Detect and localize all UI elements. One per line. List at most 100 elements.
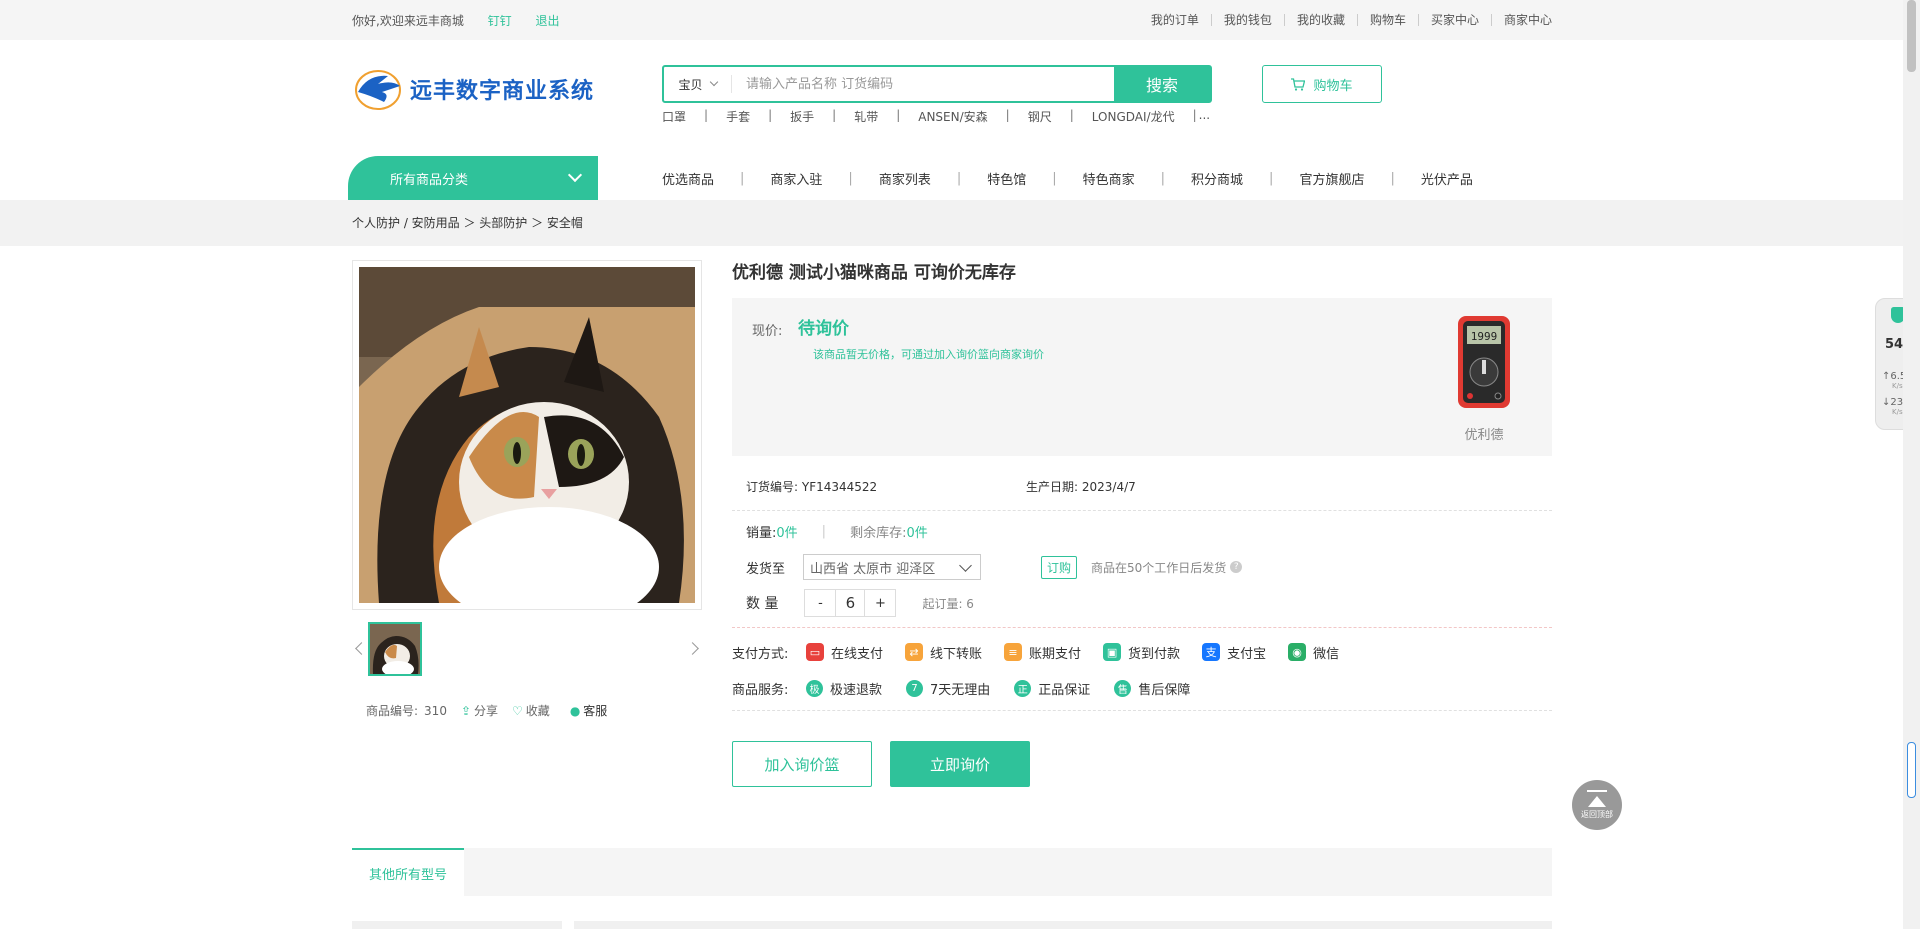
service-after-sales: 售售后保障: [1114, 679, 1190, 698]
pay-wechat: ◉ 微信: [1288, 643, 1339, 662]
nav-item[interactable]: 官方旗舰店: [1299, 169, 1364, 188]
hotword-more[interactable]: ...: [1199, 108, 1210, 125]
buyer-center-link[interactable]: 买家中心: [1417, 14, 1491, 26]
search-button[interactable]: 搜索: [1114, 67, 1210, 101]
nav-item[interactable]: 积分商城: [1191, 169, 1243, 188]
hotword-item[interactable]: 钢尺: [1028, 108, 1052, 125]
customer-service-label: 客服: [583, 704, 608, 718]
add-to-inquiry-basket-button[interactable]: 加入询价篮: [732, 741, 872, 787]
chevron-down-icon: [709, 77, 718, 87]
hotword-item[interactable]: 扳手: [790, 108, 814, 125]
site-logo[interactable]: 远丰数字商业系统: [354, 66, 594, 112]
mini-scroll-indicator[interactable]: [1907, 742, 1916, 798]
hotword-item[interactable]: 轧带: [854, 108, 878, 125]
nav-item[interactable]: 优选商品: [662, 169, 714, 188]
product-title: 优利德 测试小猫咪商品 可询价无库存: [732, 263, 1016, 283]
payment-methods-row: 支付方式: ▭ 在线支付 ⇄ 线下转账 ≡ 账期支付 ▣ 货到付款 支支付宝 ◉ 微信: [732, 634, 1552, 670]
scrollbar-thumb[interactable]: [1907, 0, 1916, 72]
ship-address-select[interactable]: 山西省 太原市 迎泽区: [803, 554, 982, 580]
breadcrumb-bar: 个人防护 / 安防用品 ＞ 头部防护 ＞ 安全帽: [0, 200, 1920, 246]
brand-name[interactable]: 优利德: [1442, 424, 1526, 443]
service-label: 商品服务:: [732, 682, 789, 698]
my-wallet-link[interactable]: 我的钱包: [1210, 14, 1284, 26]
seven-day-icon: 7: [906, 679, 924, 697]
ship-address-value: 山西省 太原市 迎泽区: [810, 561, 936, 577]
logout-link[interactable]: 退出: [536, 14, 560, 28]
content-strip: [574, 921, 1552, 929]
brand-logo[interactable]: 1999: [1452, 314, 1516, 410]
dingding-link[interactable]: 钉钉: [488, 14, 512, 28]
quantity-input[interactable]: 6: [835, 590, 866, 616]
payment-label: 支付方式:: [732, 646, 789, 662]
pay-offline-transfer: ⇄ 线下转账: [905, 643, 982, 662]
help-icon[interactable]: ?: [1230, 561, 1243, 573]
ship-row: 发货至 山西省 太原市 迎泽区 订购 商品在50个工作日后发货 ?: [732, 551, 1552, 583]
search-input[interactable]: [732, 67, 1114, 101]
hotword-item[interactable]: ANSEN/安森: [918, 108, 987, 125]
thumbnail-image[interactable]: [368, 622, 422, 676]
pay-cod: ▣ 货到付款: [1103, 643, 1180, 662]
quantity-decrease-button[interactable]: -: [805, 590, 835, 616]
sales-value: 0件: [776, 525, 798, 541]
back-to-top-label: 返回顶部: [1581, 810, 1613, 819]
search-scope-label: 宝贝: [678, 77, 703, 92]
hotword-item[interactable]: 口罩: [662, 108, 686, 125]
welcome-text: 你好,欢迎来远丰商城: [352, 13, 464, 28]
favorite-button[interactable]: ♡ 收藏: [512, 702, 550, 719]
truck-icon: ▣: [1103, 643, 1122, 661]
pay-credit-term: ≡ 账期支付: [1004, 643, 1081, 662]
chevron-right-icon[interactable]: [686, 642, 699, 655]
arrow-up-icon: [1588, 796, 1606, 807]
quantity-increase-button[interactable]: +: [865, 590, 895, 616]
share-icon: ⇪: [460, 703, 472, 718]
genuine-icon: 正: [1014, 679, 1032, 697]
nav-item[interactable]: 光伏产品: [1421, 169, 1473, 188]
nav-links: 优选商品 | 商家入驻 | 商家列表 | 特色馆 | 特色商家 | 积分商城 | 官方旗舰店…: [662, 169, 1473, 188]
product-main-image[interactable]: [359, 267, 695, 603]
top-bar: 你好,欢迎来远丰商城 钉钉 退出 我的订单 我的钱包 我的收藏 购物车 买家中心…: [0, 0, 1920, 40]
customer-service-button[interactable]: ● 客服: [570, 702, 608, 719]
ship-note: 商品在50个工作日后发货 ?: [1091, 559, 1243, 576]
services-row: 商品服务: 极极速退款 7 7天无理由 正正品保证 售售后保障: [732, 670, 1552, 706]
nav-item[interactable]: 特色馆: [987, 169, 1026, 188]
my-favorites-link[interactable]: 我的收藏: [1283, 14, 1357, 26]
hotword-item[interactable]: 手套: [726, 108, 750, 125]
pay-credit-label: 账期支付: [1029, 646, 1082, 662]
wechat-icon: ◉: [1288, 643, 1307, 661]
pay-cod-label: 货到付款: [1128, 646, 1181, 662]
all-categories-button[interactable]: 所有商品分类: [348, 156, 598, 200]
service-after-sales-label: 售后保障: [1138, 682, 1191, 698]
cart-icon: [1291, 77, 1306, 91]
code-date-row: 订货编号: YF14344522 生产日期: 2023/4/7: [732, 456, 1552, 510]
nav-item[interactable]: 商家入驻: [770, 169, 822, 188]
my-orders-link[interactable]: 我的订单: [1139, 14, 1211, 26]
hotword-item[interactable]: LONGDAI/龙代: [1092, 108, 1175, 125]
alipay-icon: 支: [1202, 643, 1221, 661]
pay-online: ▭ 在线支付: [806, 643, 883, 662]
content-strip: [352, 921, 562, 929]
logo-icon: [354, 66, 404, 112]
service-fast-refund-label: 极速退款: [830, 682, 883, 698]
card-icon: ▭: [806, 643, 824, 661]
nav-item[interactable]: 商家列表: [879, 169, 931, 188]
back-to-top-button[interactable]: 返回顶部: [1572, 780, 1622, 830]
breadcrumb[interactable]: 个人防护 / 安防用品 ＞ 头部防护 ＞ 安全帽: [352, 216, 583, 230]
share-button[interactable]: ⇪ 分享: [461, 702, 498, 719]
header: 远丰数字商业系统 宝贝 搜索 口罩| 手套| 扳手| 轧带| ANSEN/安森|…: [0, 40, 1920, 156]
transfer-icon: ⇄: [905, 643, 924, 661]
search-scope-select[interactable]: 宝贝: [664, 75, 732, 93]
cart-button[interactable]: 购物车: [1262, 65, 1382, 103]
chevron-left-icon[interactable]: [355, 642, 368, 655]
ship-label: 发货至: [746, 561, 786, 577]
tab-other-models[interactable]: 其他所有型号: [352, 848, 464, 896]
cart-link[interactable]: 购物车: [1356, 14, 1418, 26]
svg-text:1999: 1999: [1471, 330, 1498, 343]
price-value: 待询价: [798, 319, 849, 339]
nav-item[interactable]: 特色商家: [1083, 169, 1135, 188]
seller-center-link[interactable]: 商家中心: [1490, 14, 1552, 26]
product-info: 优利德 测试小猫咪商品 可询价无库存 现价: 待询价 该商品暂无价格，可通过加入…: [732, 260, 1552, 787]
page-scrollbar[interactable]: [1903, 0, 1920, 929]
inquire-now-button[interactable]: 立即询价: [890, 741, 1030, 787]
ship-note-text: 商品在50个工作日后发货: [1091, 560, 1227, 575]
after-sales-icon: 售: [1114, 679, 1132, 697]
